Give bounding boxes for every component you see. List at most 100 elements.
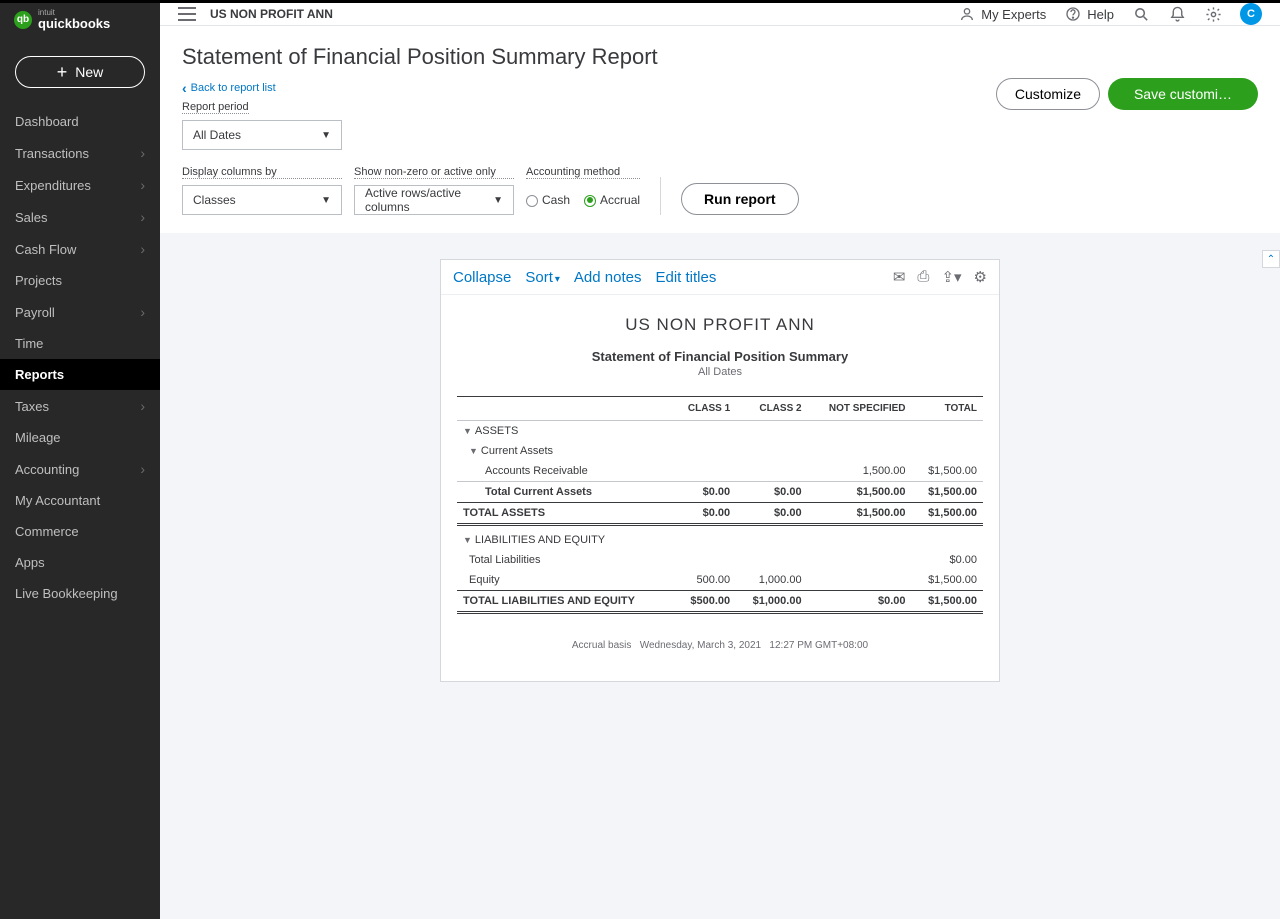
table-header-row: CLASS 1 CLASS 2 NOT SPECIFIED TOTAL (457, 397, 983, 421)
divider (660, 177, 661, 215)
nav-item-my-accountant[interactable]: My Accountant (0, 485, 160, 516)
accrual-label: Accrual (600, 193, 640, 207)
nav-item-expenditures[interactable]: Expenditures › (0, 169, 160, 201)
nav-item-label: Expenditures (15, 178, 91, 193)
display-columns-value: Classes (193, 193, 236, 207)
report-frame: Collapse Sort Add notes Edit titles ✉ ⎙ … (440, 259, 1000, 682)
email-icon[interactable]: ✉ (893, 268, 906, 286)
row-accounts-receivable[interactable]: Accounts Receivable 1,500.00 $1,500.00 (457, 461, 983, 482)
new-button[interactable]: + New (15, 56, 145, 88)
nav-item-commerce[interactable]: Commerce (0, 516, 160, 547)
nav-item-reports[interactable]: Reports (0, 359, 160, 390)
nav-item-transactions[interactable]: Transactions › (0, 137, 160, 169)
my-experts-link[interactable]: My Experts (958, 5, 1046, 23)
main-area: US NON PROFIT ANN My Experts Help (160, 3, 1280, 919)
cash-label: Cash (542, 193, 570, 207)
nav-item-dashboard[interactable]: Dashboard (0, 106, 160, 137)
nav-item-projects[interactable]: Projects (0, 265, 160, 296)
collapse-link[interactable]: Collapse (453, 269, 511, 286)
nav-item-mileage[interactable]: Mileage (0, 422, 160, 453)
report-period-label: Report period (182, 101, 249, 114)
chevron-right-icon: › (140, 209, 145, 225)
nonzero-label: Show non-zero or active only (354, 166, 514, 179)
nav-item-label: Transactions (15, 146, 89, 161)
section-liabilities-equity[interactable]: ▼LIABILITIES AND EQUITY (457, 525, 983, 551)
report-period-dropdown[interactable]: All Dates ▼ (182, 120, 342, 150)
nav-item-label: Accounting (15, 462, 79, 477)
triangle-icon: ▼ (469, 446, 478, 456)
sidebar: qb intuit quickbooks + New DashboardTran… (0, 3, 160, 919)
report-footer: Accrual basis Wednesday, March 3, 2021 1… (457, 640, 983, 651)
chevron-left-icon: ‹ (182, 80, 187, 96)
nav-item-label: Apps (15, 555, 45, 570)
footer-time: 12:27 PM GMT+08:00 (769, 640, 868, 651)
col-blank (457, 397, 673, 421)
edit-titles-link[interactable]: Edit titles (655, 269, 716, 286)
run-report-button[interactable]: Run report (681, 183, 799, 215)
settings-icon[interactable]: ⚙ (974, 268, 987, 286)
nav-item-taxes[interactable]: Taxes › (0, 390, 160, 422)
chevron-right-icon: › (140, 304, 145, 320)
col-class1: CLASS 1 (673, 397, 737, 421)
row-total-liabilities[interactable]: Total Liabilities $0.00 (457, 550, 983, 570)
hamburger-icon[interactable] (178, 7, 196, 21)
nav-item-label: Projects (15, 273, 62, 288)
my-experts-label: My Experts (981, 7, 1046, 22)
page-title: Statement of Financial Position Summary … (182, 44, 1258, 70)
add-notes-link[interactable]: Add notes (574, 269, 642, 286)
nav-item-payroll[interactable]: Payroll› (0, 296, 160, 328)
row-equity[interactable]: Equity 500.00 1,000.00 $1,500.00 (457, 570, 983, 591)
col-not-specified: NOT SPECIFIED (808, 397, 912, 421)
report-toolbar: Collapse Sort Add notes Edit titles ✉ ⎙ … (441, 260, 999, 295)
report-period-value: All Dates (193, 128, 241, 142)
nav-item-label: Sales (15, 210, 48, 225)
gear-icon[interactable] (1204, 5, 1222, 23)
help-link[interactable]: Help (1064, 5, 1114, 23)
export-icon[interactable]: ⇪▾ (941, 268, 961, 286)
back-label: Back to report list (191, 82, 276, 94)
new-button-label: New (75, 64, 103, 80)
person-icon (958, 5, 976, 23)
section-assets[interactable]: ▼ASSETS (457, 421, 983, 442)
nav-item-apps[interactable]: Apps (0, 547, 160, 578)
print-icon[interactable]: ⎙ (917, 268, 929, 286)
nonzero-dropdown[interactable]: Active rows/active columns ▼ (354, 185, 514, 215)
topbar: US NON PROFIT ANN My Experts Help (160, 3, 1280, 26)
caret-icon: ▼ (493, 195, 503, 206)
sort-link[interactable]: Sort (525, 269, 560, 286)
chevron-right-icon: › (140, 145, 145, 161)
nav-item-label: Cash Flow (15, 242, 76, 257)
bell-icon[interactable] (1168, 5, 1186, 23)
save-customization-button[interactable]: Save customi… (1108, 78, 1258, 110)
triangle-icon: ▼ (463, 535, 472, 545)
collapse-panel-icon[interactable]: ⌃ (1262, 250, 1280, 268)
display-columns-dropdown[interactable]: Classes ▼ (182, 185, 342, 215)
caret-icon: ▼ (321, 130, 331, 141)
search-icon[interactable] (1132, 5, 1150, 23)
footer-basis: Accrual basis (572, 640, 631, 651)
brand-logo: qb intuit quickbooks (0, 3, 160, 44)
nav-item-sales[interactable]: Sales › (0, 201, 160, 233)
cash-radio[interactable]: Cash (526, 193, 570, 207)
accounting-method-label: Accounting method (526, 166, 640, 179)
chevron-right-icon: › (140, 177, 145, 193)
nav-item-cash-flow[interactable]: Cash Flow› (0, 233, 160, 265)
row-total-current-assets[interactable]: Total Current Assets $0.00 $0.00 $1,500.… (457, 482, 983, 503)
accrual-radio[interactable]: Accrual (584, 193, 640, 207)
plus-icon: + (57, 63, 68, 81)
nav-item-label: Taxes (15, 399, 49, 414)
nav-item-time[interactable]: Time (0, 328, 160, 359)
help-label: Help (1087, 7, 1114, 22)
chevron-right-icon: › (140, 461, 145, 477)
chevron-right-icon: › (140, 398, 145, 414)
row-total-assets[interactable]: TOTAL ASSETS $0.00 $0.00 $1,500.00 $1,50… (457, 503, 983, 525)
section-current-assets[interactable]: ▼Current Assets (457, 441, 983, 461)
brand-product: quickbooks (38, 17, 110, 30)
customize-button[interactable]: Customize (996, 78, 1100, 110)
avatar[interactable]: C (1240, 3, 1262, 25)
nav-item-accounting[interactable]: Accounting › (0, 453, 160, 485)
col-total: TOTAL (912, 397, 983, 421)
help-icon (1064, 5, 1082, 23)
row-total-liabilities-equity[interactable]: TOTAL LIABILITIES AND EQUITY $500.00 $1,… (457, 591, 983, 613)
nav-item-live-bookkeeping[interactable]: Live Bookkeeping (0, 578, 160, 609)
